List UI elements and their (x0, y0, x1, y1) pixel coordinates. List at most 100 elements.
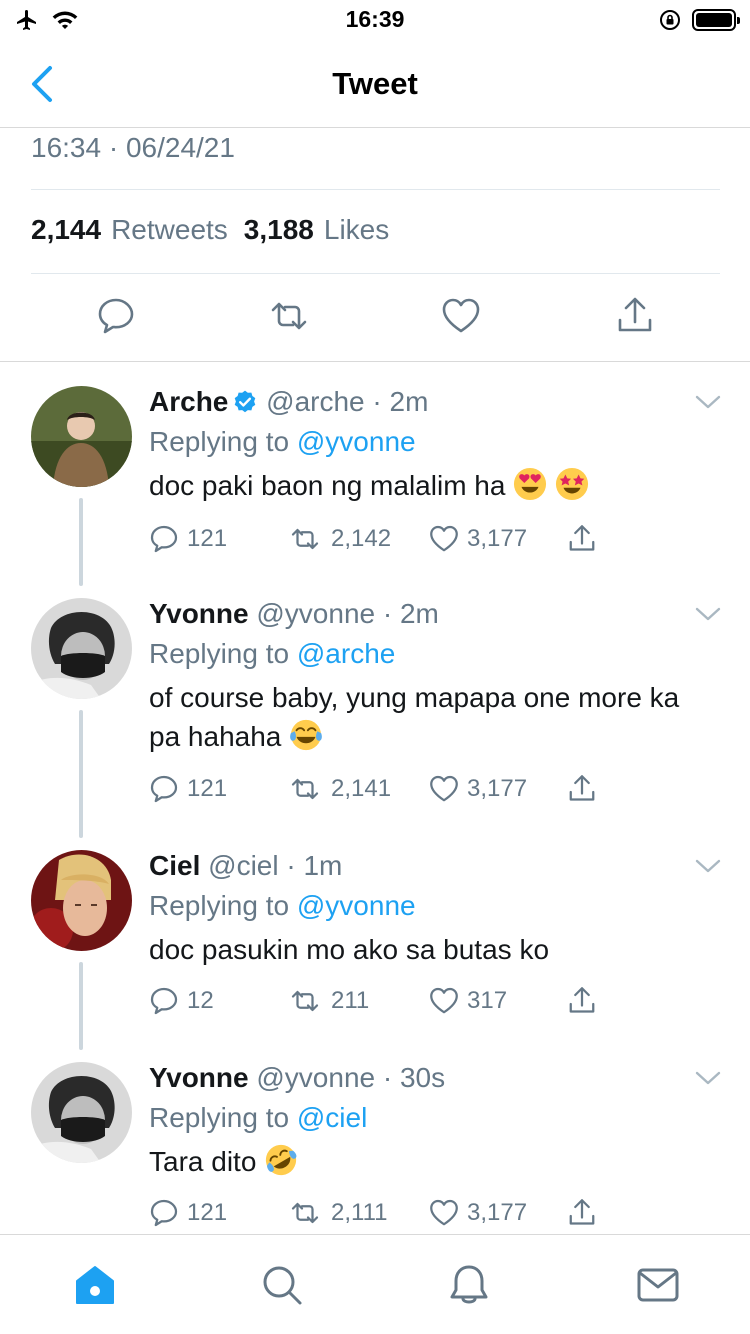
notifications-icon[interactable] (447, 1263, 491, 1307)
reply-actions: 121 2,111 3,177 (149, 1198, 609, 1234)
reply-author-name[interactable]: Yvonne (149, 1062, 249, 1093)
status-right (658, 8, 740, 32)
reply-icon (150, 525, 178, 553)
replying-to-label: Replying to (149, 890, 290, 921)
tweet-stats: 2,144 Retweets 3,188 Likes (31, 214, 395, 246)
reply-body: Tara dito (149, 1146, 257, 1177)
battery-level (696, 13, 732, 27)
star-struck-emoji (555, 467, 589, 501)
share-button[interactable] (567, 986, 597, 1016)
chevron-down-icon[interactable] (694, 1068, 722, 1088)
home-icon[interactable] (73, 1263, 117, 1307)
share-button[interactable] (567, 524, 597, 554)
messages-icon[interactable] (636, 1263, 680, 1307)
reply-header: Yvonne @yvonne · 2m (149, 598, 439, 630)
like-button[interactable]: 3,177 (429, 774, 527, 804)
replying-to: Replying to @arche (149, 638, 395, 670)
mention-link[interactable]: @yvonne (297, 890, 416, 921)
chevron-down-icon[interactable] (694, 392, 722, 412)
verified-badge-icon (235, 390, 256, 413)
retweets-label[interactable]: Retweets (111, 214, 228, 246)
reply-author-name[interactable]: Arche (149, 386, 228, 417)
retweet-icon (291, 778, 319, 800)
replying-to: Replying to @yvonne (149, 426, 416, 458)
like-icon (430, 775, 458, 802)
like-button[interactable]: 317 (429, 986, 507, 1016)
mention-link[interactable]: @arche (297, 638, 395, 669)
reply-handle[interactable]: @ciel (208, 850, 278, 881)
reply-actions: 121 2,142 3,177 (149, 524, 609, 560)
reply-item[interactable]: Ciel @ciel · 1m Replying to @yvonne doc … (0, 850, 750, 1050)
retweet-icon (291, 1202, 319, 1224)
likes-count[interactable]: 3,188 (244, 214, 314, 246)
tweet-timestamp: 16:34 · 06/24/21 (31, 132, 235, 163)
tweet-actions (0, 274, 750, 362)
reply-button[interactable]: 121 (149, 774, 227, 804)
reply-icon[interactable] (96, 296, 136, 336)
avatar[interactable] (31, 386, 132, 487)
mention-link[interactable]: @yvonne (297, 426, 416, 457)
status-time: 16:39 (345, 6, 405, 32)
reply-handle[interactable]: @arche (266, 386, 364, 417)
reply-count: 121 (187, 775, 228, 802)
reply-header: Arche @arche · 2m (149, 386, 428, 418)
like-icon (430, 525, 458, 552)
reply-body: of course baby, yung mapapa one more ka … (149, 682, 680, 752)
reply-body: doc paki baon ng malalim ha (149, 470, 506, 501)
share-button[interactable] (567, 774, 597, 804)
reply-item[interactable]: Arche @arche · 2m Replying to @yvonne do… (0, 386, 750, 586)
avatar[interactable] (31, 1062, 132, 1163)
replying-to: Replying to @ciel (149, 1102, 367, 1134)
like-count: 3,177 (467, 775, 528, 802)
replying-to-label: Replying to (149, 638, 290, 669)
share-icon (569, 525, 595, 551)
reply-time: · 2m (372, 386, 429, 417)
retweet-count: 2,141 (331, 775, 392, 802)
battery-tip (737, 17, 740, 24)
retweet-button[interactable]: 2,111 (287, 1198, 388, 1228)
reply-author-name[interactable]: Yvonne (149, 598, 249, 629)
reply-button[interactable]: 121 (149, 524, 227, 554)
reply-text: doc paki baon ng malalim ha (149, 466, 709, 505)
like-button[interactable]: 3,177 (429, 524, 527, 554)
reply-handle[interactable]: @yvonne (256, 1062, 375, 1093)
reply-button[interactable]: 12 (149, 986, 214, 1016)
retweet-button[interactable]: 2,142 (287, 524, 391, 554)
retweet-count: 211 (331, 987, 370, 1014)
like-count: 317 (467, 987, 508, 1014)
retweets-count[interactable]: 2,144 (31, 214, 101, 246)
chevron-down-icon[interactable] (694, 604, 722, 624)
tears-of-joy-emoji (290, 719, 323, 751)
search-icon[interactable] (260, 1263, 304, 1307)
replying-to-label: Replying to (149, 426, 290, 457)
thread-line (79, 962, 83, 1050)
retweet-icon[interactable] (269, 296, 309, 336)
replying-to: Replying to @yvonne (149, 890, 416, 922)
reply-button[interactable]: 121 (149, 1198, 227, 1228)
retweet-count: 2,111 (331, 1199, 388, 1226)
reply-item[interactable]: Yvonne @yvonne · 30s Replying to @ciel T… (0, 1062, 750, 1232)
like-icon[interactable] (441, 296, 481, 336)
likes-label[interactable]: Likes (324, 214, 389, 246)
reply-handle[interactable]: @yvonne (256, 598, 375, 629)
mention-link[interactable]: @ciel (297, 1102, 367, 1133)
thread-line (79, 710, 83, 838)
share-button[interactable] (567, 1198, 597, 1228)
like-button[interactable]: 3,177 (429, 1198, 527, 1228)
avatar[interactable] (31, 598, 132, 699)
retweet-button[interactable]: 211 (287, 986, 369, 1016)
retweet-count: 2,142 (331, 525, 392, 552)
reply-item[interactable]: Yvonne @yvonne · 2m Replying to @arche o… (0, 598, 750, 838)
avatar[interactable] (31, 850, 132, 951)
reply-actions: 12 211 317 (149, 986, 609, 1022)
heart-eyes-emoji (514, 467, 547, 501)
reply-text: doc pasukin mo ako sa butas ko (149, 930, 709, 969)
orientation-lock-icon (660, 10, 680, 30)
reply-author-name[interactable]: Ciel (149, 850, 200, 881)
share-icon[interactable] (615, 296, 655, 336)
chevron-down-icon[interactable] (694, 856, 722, 876)
reply-icon (150, 775, 178, 803)
retweet-button[interactable]: 2,141 (287, 774, 391, 804)
reply-count: 121 (187, 525, 228, 552)
page-title: Tweet (332, 66, 418, 101)
